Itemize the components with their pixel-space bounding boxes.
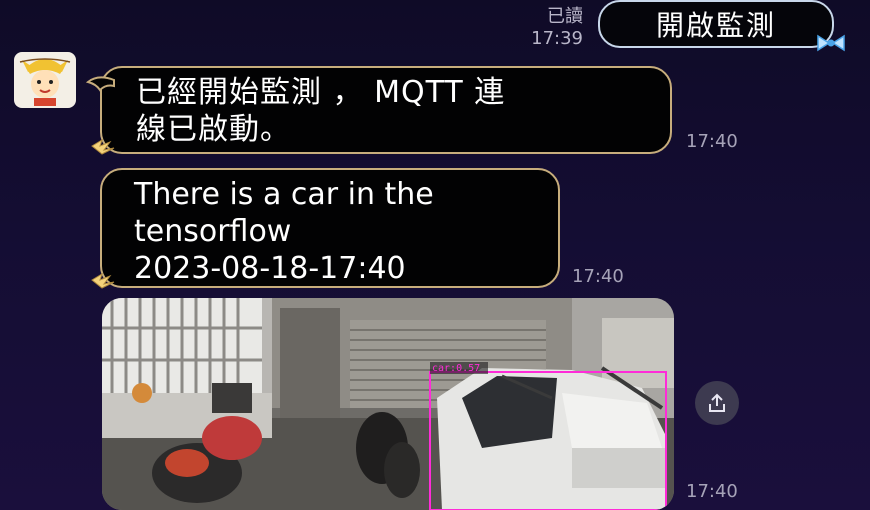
- bow-deco-icon: [91, 138, 115, 155]
- cartoon-avatar-icon[interactable]: [14, 52, 76, 108]
- bow-deco-icon: [91, 272, 115, 289]
- outgoing-message-text: 開啟監測: [655, 9, 776, 42]
- share-icon: [709, 393, 725, 412]
- fox-tail-deco-icon: [86, 76, 115, 92]
- message-time: 17:40: [686, 481, 738, 502]
- message-line: 已經開始監測 ， MQTT 連: [136, 75, 506, 110]
- incoming-message-bubble[interactable]: There is a car in the tensorflow 2023-08…: [91, 168, 560, 289]
- message-time: 17:40: [572, 266, 624, 287]
- message-line: There is a car in the: [134, 177, 434, 212]
- garage-scene-image: car:0.57: [102, 298, 674, 510]
- bow-deco-icon: [817, 34, 845, 52]
- message-time: 17:40: [686, 131, 738, 152]
- message-line: 線已啟動。: [136, 112, 291, 147]
- message-line: tensorflow: [134, 214, 292, 249]
- read-label: 已讀: [547, 6, 583, 27]
- message-line: 2023-08-18-17:40: [134, 251, 406, 286]
- share-button[interactable]: [695, 381, 739, 425]
- read-status: 已讀 17:39: [531, 6, 583, 50]
- incoming-message-bubble[interactable]: 已經開始監測 ， MQTT 連 線已啟動。: [86, 66, 672, 155]
- detection-photo[interactable]: car:0.57: [102, 298, 674, 510]
- outgoing-time: 17:39: [531, 28, 583, 49]
- outgoing-message-bubble[interactable]: 開啟監測: [598, 0, 845, 52]
- detection-label: car:0.57: [432, 363, 480, 374]
